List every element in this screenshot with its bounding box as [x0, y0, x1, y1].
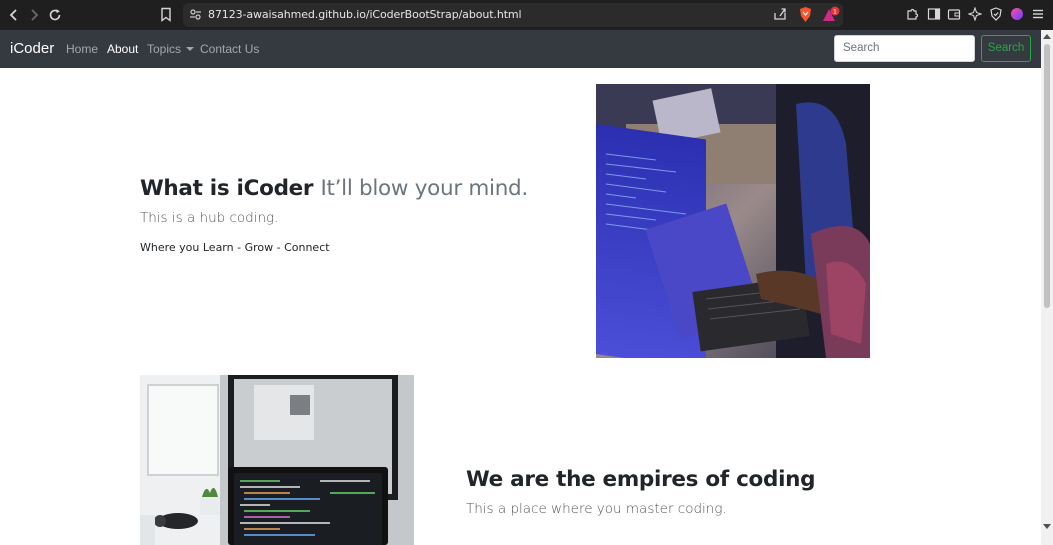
leo-ai-icon[interactable]	[967, 6, 984, 23]
scroll-thumb[interactable]	[1044, 44, 1050, 308]
sidebar-icon[interactable]	[927, 7, 943, 23]
featurette-heading-one-main: What is iCoder	[140, 176, 314, 201]
brave-rewards-icon[interactable]: 1	[821, 6, 840, 22]
scroll-down-icon[interactable]	[1043, 524, 1051, 529]
search-input[interactable]: Search	[834, 35, 975, 62]
caret-down-icon	[186, 47, 195, 51]
url-text: 87123-awaisahmed.github.io/iCoderBootStr…	[208, 8, 522, 21]
back-icon[interactable]	[4, 5, 24, 25]
share-icon[interactable]	[773, 7, 789, 23]
featurette-image-desk	[140, 375, 414, 545]
brand-logo-link[interactable]: iCoder	[10, 40, 54, 57]
featurette-heading-two: We are the empires of coding	[466, 467, 816, 492]
featurette-image-coders	[596, 84, 870, 358]
nav-link-home[interactable]: Home	[66, 42, 98, 56]
browser-toolbar: 87123-awaisahmed.github.io/iCoderBootStr…	[0, 0, 1053, 30]
forward-icon[interactable]	[24, 5, 44, 25]
brave-shield-icon[interactable]	[798, 6, 814, 22]
svg-text:1: 1	[833, 8, 837, 16]
nav-link-about[interactable]: About	[107, 42, 138, 56]
address-bar[interactable]: 87123-awaisahmed.github.io/iCoderBootStr…	[183, 3, 843, 27]
site-settings-icon[interactable]	[189, 8, 202, 26]
scroll-up-icon[interactable]	[1043, 34, 1051, 39]
extensions-icon[interactable]	[906, 7, 922, 23]
bookmark-icon[interactable]	[160, 7, 174, 23]
featurette-heading-one-muted: It’ll blow your mind.	[320, 176, 528, 201]
featurette-tagline: Where you Learn - Grow - Connect	[140, 241, 330, 254]
profile-avatar-icon[interactable]	[1010, 7, 1026, 23]
nav-link-contact[interactable]: Contact Us	[200, 42, 259, 56]
featurette-heading-one: What is iCoder It’ll blow your mind.	[140, 176, 528, 201]
page-scrollbar[interactable]	[1041, 30, 1053, 545]
site-navbar: iCoder Home About Topics Contact Us Sear…	[0, 30, 1041, 68]
nav-dropdown-topics[interactable]: Topics	[147, 42, 195, 56]
vpn-icon[interactable]	[989, 7, 1005, 23]
featurette-lead-two: This a place where you master coding.	[466, 501, 727, 517]
menu-icon[interactable]	[1031, 7, 1047, 23]
wallet-icon[interactable]	[947, 7, 963, 23]
search-button[interactable]: Search	[981, 35, 1031, 62]
featurette-lead-one: This is a hub coding.	[140, 210, 279, 226]
reload-icon[interactable]	[45, 5, 65, 25]
nav-dropdown-topics-label: Topics	[147, 42, 182, 56]
